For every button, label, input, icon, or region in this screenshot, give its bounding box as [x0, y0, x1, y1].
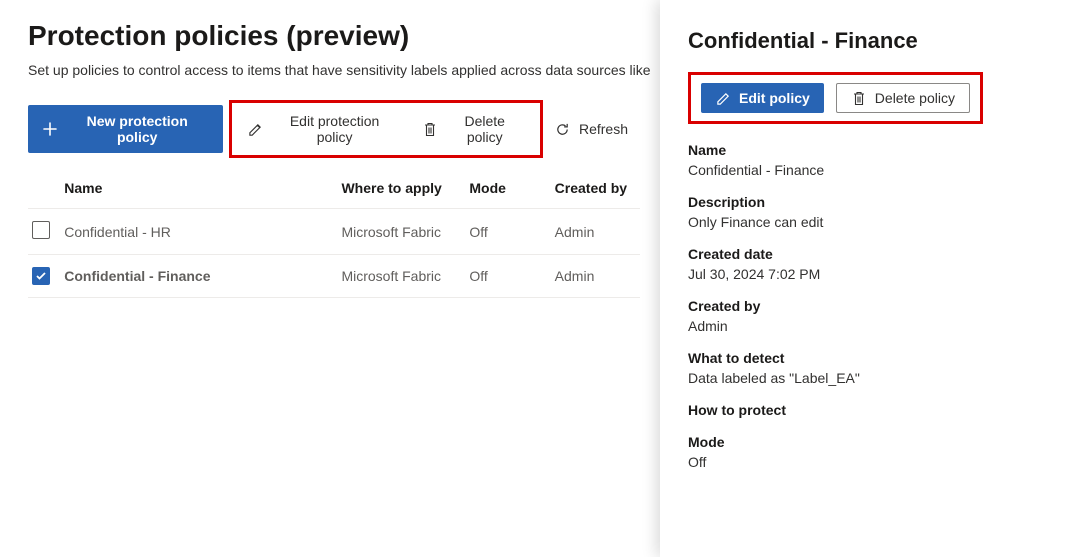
new-policy-button[interactable]: New protection policy	[28, 105, 223, 153]
edit-policy-button[interactable]: Edit protection policy	[236, 105, 410, 153]
pencil-icon	[248, 121, 264, 137]
col-mode[interactable]: Mode	[469, 168, 554, 209]
field-value: Confidential - Finance	[688, 162, 1042, 178]
panel-edit-button[interactable]: Edit policy	[701, 83, 824, 113]
refresh-icon	[555, 121, 571, 137]
policies-table: Name Where to apply Mode Created by Conf…	[28, 168, 640, 298]
trash-icon	[422, 121, 438, 137]
col-checkbox	[28, 168, 64, 209]
field-value: Off	[688, 454, 1042, 470]
refresh-label: Refresh	[579, 121, 628, 137]
panel-highlight: Edit policy Delete policy	[688, 72, 983, 124]
field-label: Mode	[688, 434, 1042, 450]
row-mode: Off	[469, 209, 554, 255]
row-name: Confidential - Finance	[64, 255, 341, 298]
field-label: Created by	[688, 298, 1042, 314]
trash-icon	[851, 90, 867, 106]
field-how-to-protect: How to protect	[688, 402, 1042, 418]
page-subtitle: Set up policies to control access to ite…	[28, 62, 640, 78]
field-label: Name	[688, 142, 1042, 158]
pencil-icon	[715, 90, 731, 106]
panel-delete-button[interactable]: Delete policy	[836, 83, 970, 113]
row-name: Confidential - HR	[64, 209, 341, 255]
field-label: Description	[688, 194, 1042, 210]
field-created-by: Created by Admin	[688, 298, 1042, 334]
new-policy-label: New protection policy	[66, 113, 209, 145]
page-title: Protection policies (preview)	[28, 20, 640, 52]
panel-title: Confidential - Finance	[688, 28, 1042, 54]
row-checkbox[interactable]	[32, 221, 50, 239]
col-created-by[interactable]: Created by	[555, 168, 640, 209]
field-mode: Mode Off	[688, 434, 1042, 470]
field-what-to-detect: What to detect Data labeled as "Label_EA…	[688, 350, 1042, 386]
field-created-date: Created date Jul 30, 2024 7:02 PM	[688, 246, 1042, 282]
panel-edit-label: Edit policy	[739, 90, 810, 106]
field-value: Only Finance can edit	[688, 214, 1042, 230]
col-where[interactable]: Where to apply	[341, 168, 469, 209]
col-name[interactable]: Name	[64, 168, 341, 209]
field-value: Admin	[688, 318, 1042, 334]
table-row[interactable]: Confidential - Finance Microsoft Fabric …	[28, 255, 640, 298]
field-label: What to detect	[688, 350, 1042, 366]
field-description: Description Only Finance can edit	[688, 194, 1042, 230]
row-created-by: Admin	[555, 209, 640, 255]
edit-policy-label: Edit protection policy	[271, 113, 398, 145]
row-checkbox[interactable]	[32, 267, 50, 285]
row-mode: Off	[469, 255, 554, 298]
row-where: Microsoft Fabric	[341, 209, 469, 255]
field-name: Name Confidential - Finance	[688, 142, 1042, 178]
field-value: Jul 30, 2024 7:02 PM	[688, 266, 1042, 282]
toolbar: New protection policy Edit protection po…	[28, 100, 640, 158]
table-row[interactable]: Confidential - HR Microsoft Fabric Off A…	[28, 209, 640, 255]
delete-policy-button[interactable]: Delete policy	[410, 105, 536, 153]
row-created-by: Admin	[555, 255, 640, 298]
details-panel: Confidential - Finance Edit policy Delet…	[660, 0, 1070, 557]
panel-delete-label: Delete policy	[875, 90, 955, 106]
field-value: Data labeled as "Label_EA"	[688, 370, 1042, 386]
field-label: Created date	[688, 246, 1042, 262]
field-label: How to protect	[688, 402, 1042, 418]
plus-icon	[42, 121, 58, 137]
row-where: Microsoft Fabric	[341, 255, 469, 298]
highlight-edit-delete: Edit protection policy Delete policy	[229, 100, 543, 158]
refresh-button[interactable]: Refresh	[543, 113, 640, 145]
delete-policy-label: Delete policy	[446, 113, 524, 145]
